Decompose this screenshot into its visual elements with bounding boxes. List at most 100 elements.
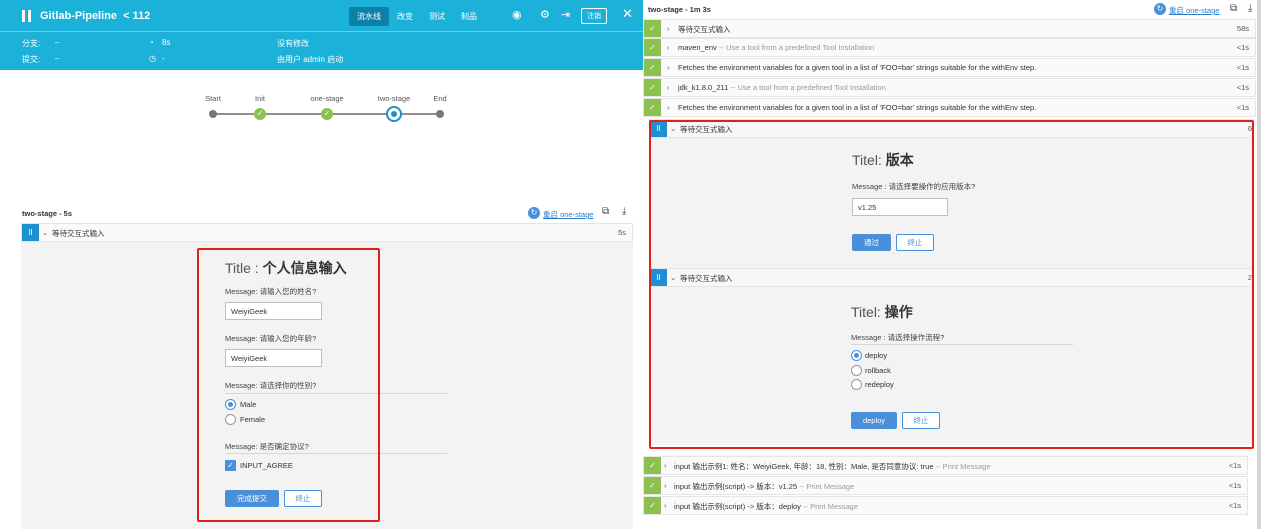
output-row-2[interactable]: ✓ › input 输出示例(script) -> 版本：v1.25 -- Pr… [643, 476, 1248, 495]
step-desc: -- Use a tool from a predefined Tool Ins… [728, 83, 886, 92]
step-text: jdk_k1.8.0_211 -- Use a tool from a pred… [678, 83, 886, 92]
stage-label-init: Init [254, 94, 266, 103]
tab-tests[interactable]: 测试 [421, 7, 453, 26]
run-icon[interactable]: ◉ [512, 9, 522, 21]
open-external-icon[interactable]: ⧉ [602, 206, 609, 217]
started-by-text: 由用户 admin 启动 [277, 55, 344, 64]
step-row-5[interactable]: ✓ › Fetches the environment variables fo… [643, 98, 1256, 117]
success-icon: ✓ [644, 39, 661, 56]
step-time: 5s [618, 228, 626, 237]
duration-value: 8s [162, 38, 171, 47]
output-time: <1s [1228, 501, 1241, 510]
tab-pipeline[interactable]: 流水线 [349, 7, 389, 26]
output-text: input 输出示例(script) -> 版本：deploy -- Print… [674, 501, 858, 512]
step-name: jdk_k1.8.0_211 [678, 83, 729, 92]
output-text: input 输出示例1: 姓名：WeiyiGeek, 年龄：18, 性别：Mal… [674, 461, 991, 472]
step-text: Fetches the environment variables for a … [678, 103, 1037, 112]
output-message: input 输出示例(script) -> 版本：deploy [674, 502, 801, 511]
step-desc: -- Use a tool from a predefined Tool Ins… [716, 43, 875, 52]
success-icon: ✓ [644, 457, 661, 474]
chevron-right-icon: › [667, 43, 670, 52]
clock-icon: ◷ [149, 54, 156, 63]
step-text: 等待交互式输入 [678, 25, 731, 34]
stage-label-start: Start [205, 94, 221, 103]
tab-artifacts[interactable]: 制品 [453, 7, 485, 26]
restart-link[interactable]: 重启 one-stage [1169, 5, 1219, 16]
restart-icon[interactable]: ↻ [1154, 3, 1166, 15]
step-time: 58s [1236, 24, 1249, 33]
pause-icon[interactable] [22, 10, 32, 22]
output-text: input 输出示例(script) -> 版本：v1.25 -- Print … [674, 481, 854, 492]
pipeline-header: Gitlab-Pipeline < 112 流水线 改变 测试 制品 ◉ ⚙ ⇥… [0, 0, 643, 70]
stage-label-end: End [433, 94, 447, 103]
restart-link[interactable]: 重启 one-stage [543, 209, 593, 220]
duration-icon: ◔ [149, 38, 154, 47]
success-icon: ✓ [644, 59, 661, 76]
step-text: Fetches the environment variables for a … [678, 63, 1037, 72]
step-wait-input[interactable]: II ⌄ 等待交互式输入 5s [21, 223, 633, 242]
step-time: <1s [1236, 63, 1249, 72]
chevron-right-icon: › [664, 501, 667, 510]
chevron-right-icon: › [664, 461, 667, 470]
pipeline-title[interactable]: Gitlab-Pipeline < 112 [40, 10, 150, 22]
output-row-3[interactable]: ✓ › input 输出示例(script) -> 版本：deploy -- P… [643, 496, 1248, 515]
output-row-1[interactable]: ✓ › input 输出示例1: 姓名：WeiyiGeek, 年龄：18, 性别… [643, 456, 1248, 475]
close-icon[interactable]: ✕ [622, 7, 633, 20]
commit-label: 提交: [22, 55, 41, 64]
download-icon[interactable]: ⤓ [1248, 3, 1252, 14]
output-desc: -- Print Message [800, 502, 859, 511]
open-external-icon[interactable]: ⧉ [1230, 3, 1237, 14]
header-topbar: Gitlab-Pipeline < 112 流水线 改变 测试 制品 ◉ ⚙ ⇥… [0, 0, 643, 32]
stage-node-one-stage[interactable]: ✓ [321, 108, 333, 120]
chevron-down-icon: ⌄ [42, 228, 49, 237]
step-name: maven_env [678, 43, 717, 52]
output-desc: -- Print Message [933, 462, 991, 471]
success-icon: ✓ [644, 497, 661, 514]
stage-label-two-stage: two-stage [377, 94, 411, 103]
header-tabs: 流水线 改变 测试 制品 [349, 7, 485, 26]
step-row-3[interactable]: ✓ › Fetches the environment variables fo… [643, 58, 1256, 77]
success-icon: ✓ [644, 20, 661, 37]
gear-icon[interactable]: ⚙ [540, 9, 550, 21]
exit-icon[interactable]: ⇥ [561, 9, 570, 21]
step-row-1[interactable]: ✓ › 等待交互式输入 58s [643, 19, 1256, 38]
pipeline-graph: Start Init one-stage two-stage End ✓ ✓ [205, 94, 447, 124]
chevron-right-icon: › [667, 83, 670, 92]
step-time: <1s [1236, 83, 1249, 92]
success-icon: ✓ [644, 99, 661, 116]
output-desc: -- Print Message [797, 482, 855, 491]
tab-changes[interactable]: 改变 [389, 7, 421, 26]
highlight-box [649, 120, 1254, 449]
highlight-box [197, 248, 380, 522]
success-icon: ✓ [644, 79, 661, 96]
build-number: < 112 [123, 10, 151, 22]
logout-button[interactable]: 注销 [581, 8, 607, 24]
step-time: <1s [1236, 43, 1249, 52]
step-text: maven_env -- Use a tool from a predefine… [678, 43, 874, 52]
stage-node-two-stage[interactable] [386, 106, 402, 122]
stage-node-init[interactable]: ✓ [254, 108, 266, 120]
output-time: <1s [1228, 481, 1241, 490]
time-value: - [162, 54, 165, 63]
step-label: 等待交互式输入 [52, 229, 105, 238]
stage-node-start [209, 110, 217, 118]
pipeline-name: Gitlab-Pipeline [40, 10, 118, 22]
branch-label: 分支: [22, 39, 41, 48]
download-icon[interactable]: ⤓ [622, 206, 626, 217]
stage-header: two-stage - 5s [22, 209, 73, 218]
stage-node-end [436, 110, 444, 118]
step-row-4[interactable]: ✓ › jdk_k1.8.0_211 -- Use a tool from a … [643, 78, 1256, 97]
chevron-right-icon: › [667, 103, 670, 112]
no-change-text: 没有修改 [277, 39, 309, 48]
scrollbar[interactable] [1257, 0, 1261, 529]
branch-value: – [55, 38, 60, 47]
chevron-right-icon: › [667, 63, 670, 72]
stage-header-right: two-stage - 1m 3s [648, 5, 711, 14]
commit-value: – [55, 54, 60, 63]
output-message: input 输出示例1: 姓名：WeiyiGeek, 年龄：18, 性别：Mal… [674, 462, 934, 471]
output-message: input 输出示例(script) -> 版本：v1.25 [674, 482, 798, 491]
restart-icon[interactable]: ↻ [528, 207, 540, 219]
step-row-2[interactable]: ✓ › maven_env -- Use a tool from a prede… [643, 38, 1256, 57]
success-icon: ✓ [644, 477, 661, 494]
chevron-right-icon: › [667, 24, 670, 33]
